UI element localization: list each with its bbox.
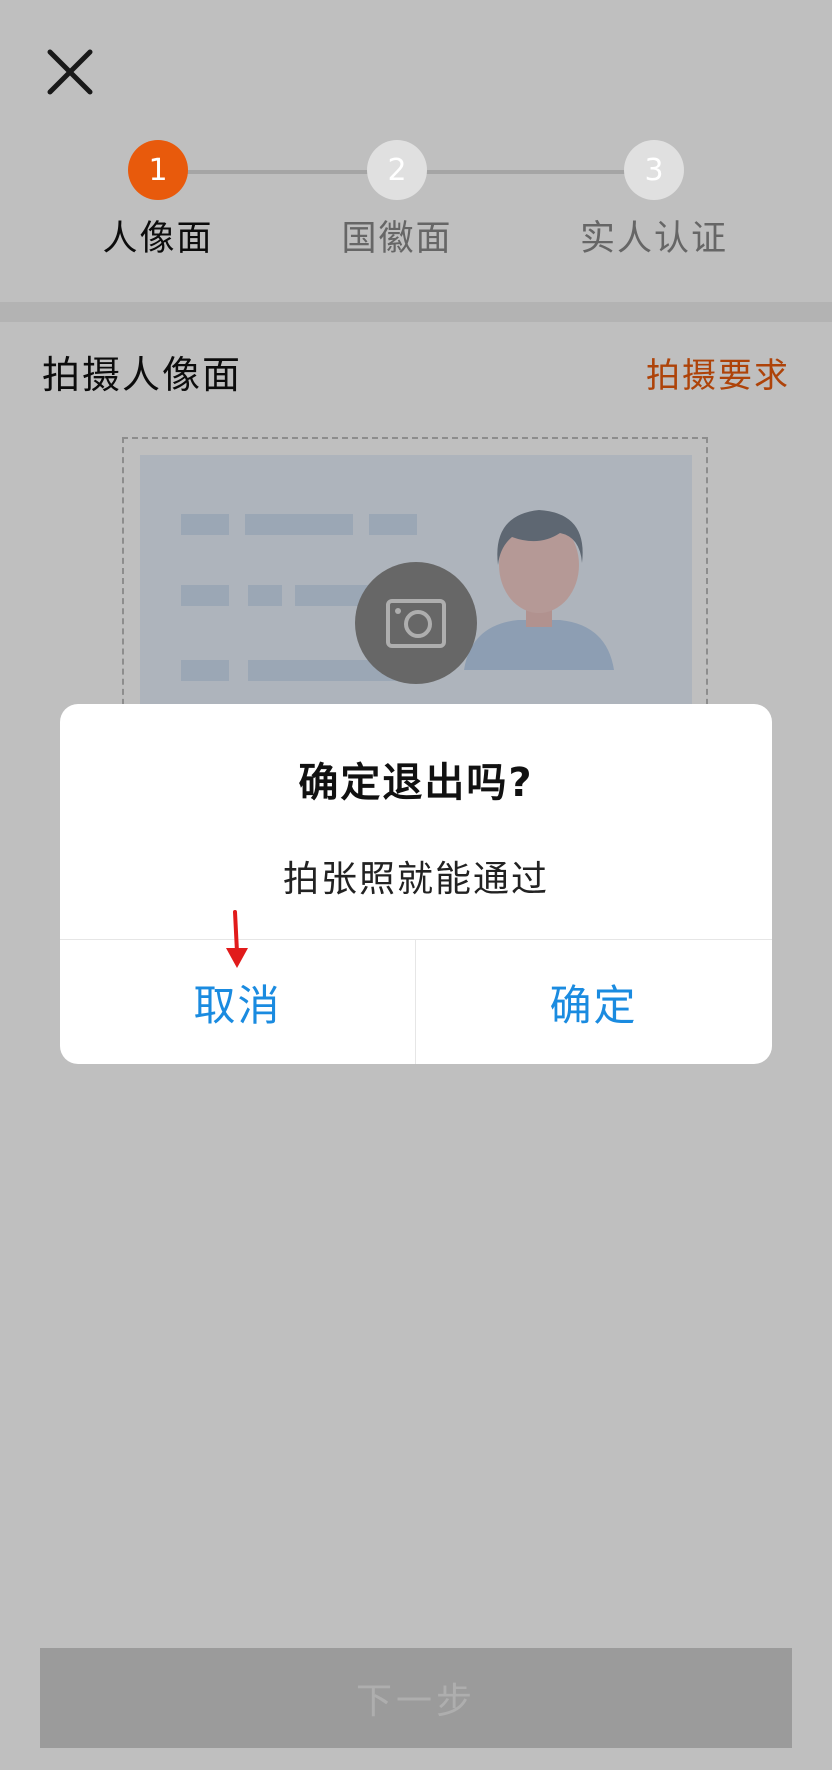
step-2-number: 2 <box>367 140 427 200</box>
annotation-arrow-icon <box>226 910 248 968</box>
exit-confirm-dialog: 确定退出吗? 拍张照就能通过 取消 确定 <box>60 704 772 1064</box>
dialog-message: 拍张照就能通过 <box>282 859 549 900</box>
dialog-title: 确定退出吗? <box>298 760 534 806</box>
confirm-button[interactable]: 确定 <box>416 940 771 1064</box>
step-3-number: 3 <box>624 140 684 200</box>
step-1-number: 1 <box>128 140 188 200</box>
